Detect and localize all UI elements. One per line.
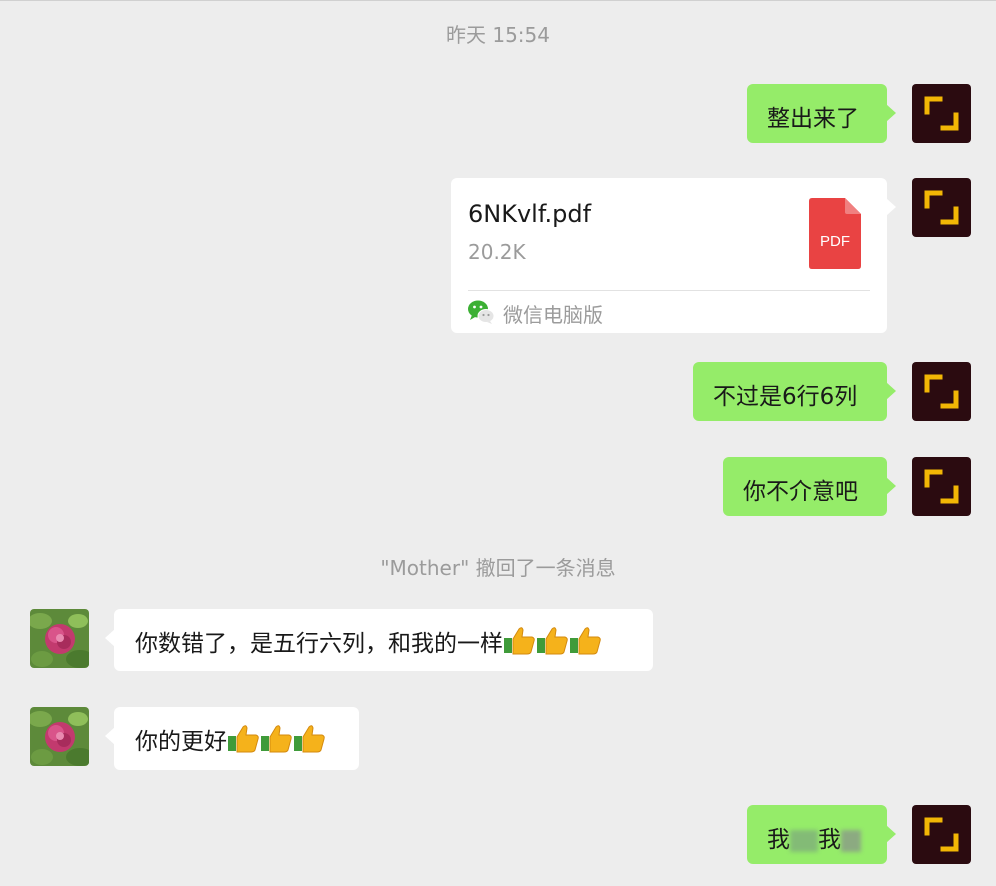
thumbs-up-emoji bbox=[228, 725, 259, 753]
my-avatar[interactable] bbox=[912, 362, 971, 421]
thumbs-up-emoji-group bbox=[227, 725, 326, 755]
file-card-divider bbox=[468, 290, 870, 291]
thumbs-up-emoji-group bbox=[503, 627, 602, 657]
file-source-label: 微信电脑版 bbox=[503, 303, 603, 327]
pdf-file-icon: PDF bbox=[809, 198, 861, 269]
peony-flower-photo bbox=[30, 609, 89, 668]
message-text: 你数错了，是五行六列，和我的一样 bbox=[135, 631, 503, 657]
yellow-corner-brackets-icon bbox=[924, 190, 959, 225]
message-text: 整出来了 bbox=[767, 106, 859, 132]
my-message-bubble[interactable]: 不过是6行6列 bbox=[693, 362, 896, 421]
contact-avatar[interactable] bbox=[30, 609, 89, 668]
yellow-corner-brackets-icon bbox=[924, 817, 959, 852]
message-text-end: 我 bbox=[818, 827, 841, 853]
thumbs-up-emoji bbox=[570, 627, 601, 655]
obscured-text bbox=[841, 829, 861, 852]
obscured-text bbox=[790, 829, 818, 852]
yellow-corner-brackets-icon bbox=[924, 96, 959, 131]
message-text: 不过是6行6列 bbox=[713, 384, 858, 410]
wechat-logo-icon bbox=[467, 299, 495, 325]
pdf-icon-label: PDF bbox=[820, 233, 850, 250]
my-message-bubble[interactable]: 我我 bbox=[747, 805, 896, 864]
yellow-corner-brackets-icon bbox=[924, 469, 959, 504]
thumbs-up-emoji bbox=[504, 627, 535, 655]
recall-notice: "Mother" 撤回了一条消息 bbox=[380, 556, 616, 580]
contact-message-bubble[interactable]: 你的更好 bbox=[105, 707, 359, 770]
my-avatar[interactable] bbox=[912, 805, 971, 864]
yellow-corner-brackets-icon bbox=[924, 374, 959, 409]
thumbs-up-emoji bbox=[537, 627, 568, 655]
file-name: 6NKvlf.pdf bbox=[468, 200, 592, 228]
my-message-bubble[interactable]: 整出来了 bbox=[747, 84, 896, 143]
peony-flower-photo bbox=[30, 707, 89, 766]
thumbs-up-emoji bbox=[261, 725, 292, 753]
message-timestamp: 昨天 15:54 bbox=[446, 23, 550, 47]
message-text: 你的更好 bbox=[135, 729, 227, 755]
message-text: 你不介意吧 bbox=[743, 479, 858, 505]
my-avatar[interactable] bbox=[912, 84, 971, 143]
message-text-start: 我 bbox=[767, 827, 790, 853]
contact-message-bubble[interactable]: 你数错了，是五行六列，和我的一样 bbox=[105, 609, 653, 671]
my-avatar[interactable] bbox=[912, 178, 971, 237]
contact-avatar[interactable] bbox=[30, 707, 89, 766]
file-message-card[interactable]: 6NKvlf.pdf 20.2K PDF 微信电脑版 bbox=[451, 178, 896, 333]
file-size: 20.2K bbox=[468, 240, 526, 264]
thumbs-up-emoji bbox=[294, 725, 325, 753]
my-avatar[interactable] bbox=[912, 457, 971, 516]
my-message-bubble[interactable]: 你不介意吧 bbox=[723, 457, 896, 516]
